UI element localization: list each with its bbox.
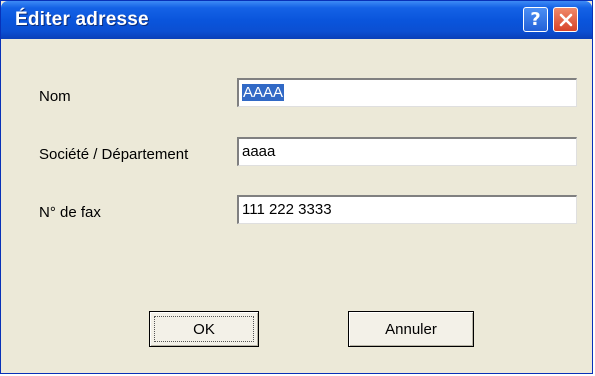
title-bar[interactable]: Éditer adresse ? (1, 1, 592, 39)
company-field[interactable]: aaaa (237, 137, 577, 166)
close-icon (559, 13, 572, 26)
cancel-button[interactable]: Annuler (348, 311, 474, 347)
name-label: Nom (39, 88, 71, 105)
window-title: Éditer adresse (15, 9, 149, 30)
fax-field[interactable]: 111 222 3333 (237, 195, 577, 224)
question-mark-icon: ? (530, 8, 541, 30)
ok-button[interactable]: OK (149, 311, 259, 347)
fax-value: 111 222 3333 (242, 201, 332, 218)
name-value-selected: AAAA (242, 84, 285, 101)
cancel-button-label: Annuler (385, 320, 437, 338)
name-field[interactable]: AAAA (237, 78, 577, 107)
ok-button-label: OK (193, 320, 215, 338)
company-value: aaaa (242, 143, 276, 160)
fax-label: N° de fax (39, 204, 101, 221)
close-button[interactable] (553, 7, 578, 32)
company-label: Société / Département (39, 146, 189, 163)
edit-address-dialog: Éditer adresse ? Nom AAAA Société / Dépa… (0, 0, 593, 374)
help-button[interactable]: ? (523, 7, 548, 32)
